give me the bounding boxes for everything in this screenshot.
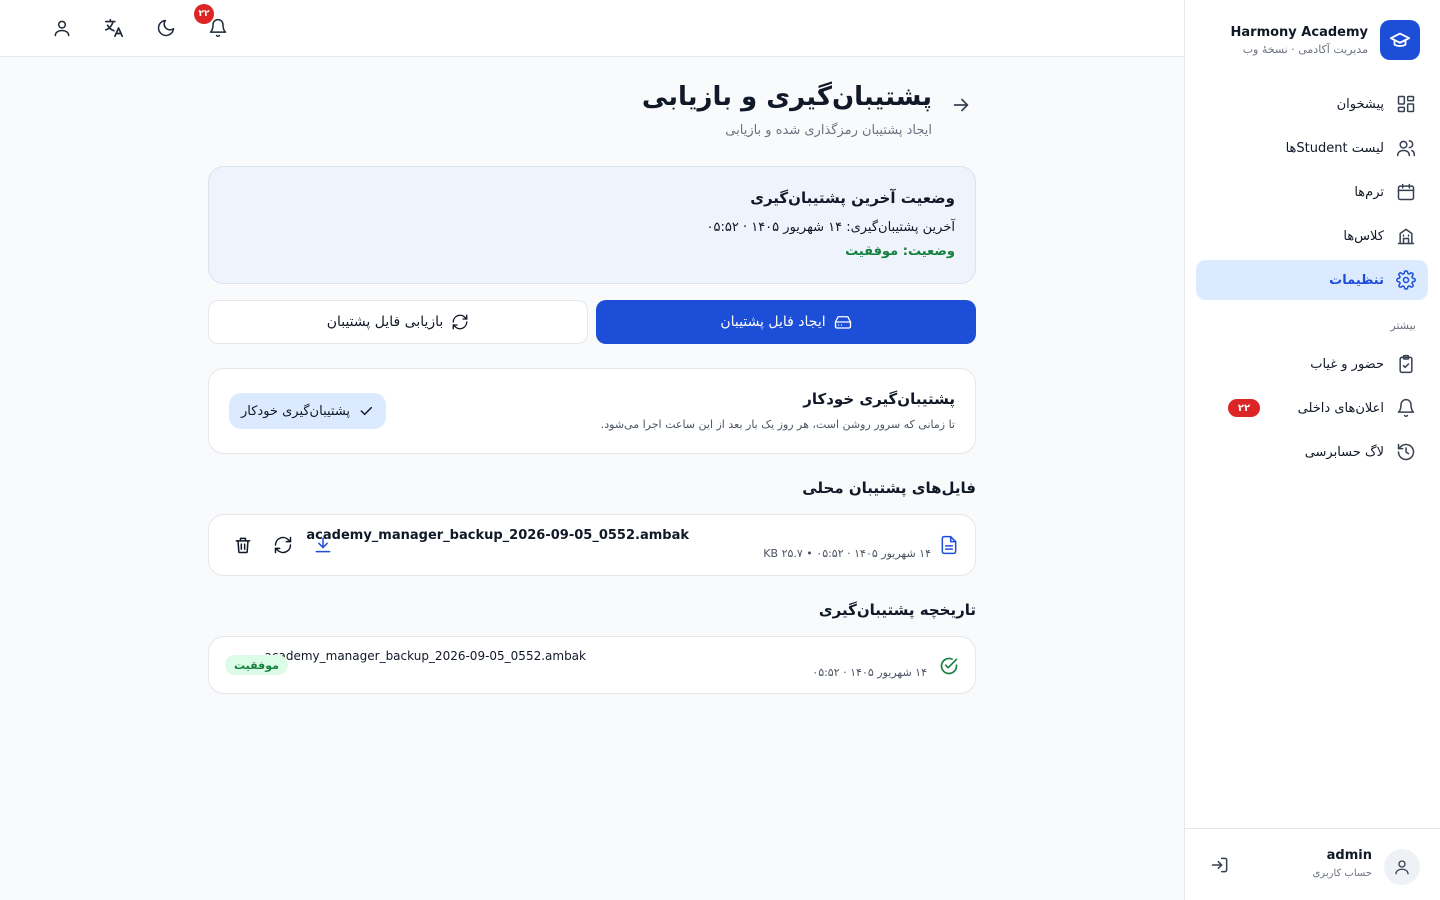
sidebar-item-students[interactable]: لیست Studentها bbox=[1196, 128, 1428, 168]
sidebar-item-label: تنظیمات bbox=[1329, 272, 1384, 288]
clipboard-icon bbox=[1396, 354, 1416, 374]
trash-icon[interactable] bbox=[233, 535, 253, 555]
user-account: admin حساب کاربری bbox=[1184, 828, 1440, 900]
top-bar: ۲۲ bbox=[0, 0, 1184, 57]
status-badge: موفقیت bbox=[225, 655, 288, 675]
page-subtitle: ایجاد پشتیبان رمزگذاری شده و بازیابی bbox=[725, 123, 932, 138]
history-title: تاریخچه پشتیبان‌گیری bbox=[818, 601, 976, 619]
sidebar-item-label: لاگ حسابرسی bbox=[1304, 444, 1384, 460]
sidebar-item-label: پیشخوان bbox=[1336, 96, 1384, 112]
sidebar-item-attendance[interactable]: حضور و غیاب bbox=[1196, 344, 1428, 384]
create-backup-button[interactable]: ایجاد فایل پشتیبان bbox=[596, 300, 976, 344]
sidebar-item-label: کلاس‌ها bbox=[1343, 228, 1384, 244]
auto-backup-title: پشتیبان‌گیری خودکار bbox=[803, 390, 955, 408]
check-icon bbox=[358, 403, 374, 419]
app-subtitle: مدیریت آکادمی · نسخهٔ وب bbox=[1242, 42, 1368, 56]
check-circle-icon bbox=[939, 656, 959, 676]
sidebar: Harmony Academy مدیریت آکادمی · نسخهٔ وب… bbox=[1184, 0, 1440, 900]
sidebar-item-label: ترم‌ها bbox=[1354, 184, 1384, 200]
file-name: academy_manager_backup_2026-09-05_0552.a… bbox=[306, 528, 689, 543]
user-role: حساب کاربری bbox=[1312, 868, 1372, 879]
brand: Harmony Academy مدیریت آکادمی · نسخهٔ وب bbox=[1200, 20, 1420, 60]
gear-icon bbox=[1396, 270, 1416, 290]
history-icon bbox=[1396, 442, 1416, 462]
file-meta: ۱۴ شهریور ۱۴۰۵ · ۰۵:۵۲ • ۲۵.۷ KB bbox=[763, 547, 931, 560]
list-item: academy_manager_backup_2026-09-05_0552.a… bbox=[208, 514, 976, 576]
app-title: Harmony Academy bbox=[1230, 24, 1368, 40]
file-icon bbox=[939, 535, 959, 555]
status-title: وضعیت آخرین پشتیبان‌گیری bbox=[750, 189, 955, 207]
bell-icon bbox=[1396, 398, 1416, 418]
history-date: ۱۴ شهریور ۱۴۰۵ · ۰۵:۵۲ bbox=[812, 666, 927, 679]
sidebar-item-dashboard[interactable]: پیشخوان bbox=[1196, 84, 1428, 124]
notification-count-badge: ۲۲ bbox=[194, 4, 214, 24]
download-icon[interactable] bbox=[313, 535, 333, 555]
back-arrow-icon[interactable] bbox=[950, 94, 972, 116]
user-icon[interactable] bbox=[50, 16, 74, 40]
sidebar-section-more: بیشتر bbox=[1390, 319, 1416, 332]
sidebar-item-settings[interactable]: تنظیمات bbox=[1196, 260, 1428, 300]
user-name: admin bbox=[1326, 848, 1372, 863]
logout-icon[interactable] bbox=[1210, 855, 1230, 875]
create-backup-label: ایجاد فایل پشتیبان bbox=[720, 314, 826, 330]
auto-backup-toggle-label: پشتیبان‌گیری خودکار bbox=[241, 403, 351, 419]
sidebar-item-terms[interactable]: ترم‌ها bbox=[1196, 172, 1428, 212]
table-row: academy_manager_backup_2026-09-05_0552.a… bbox=[208, 636, 976, 694]
status-badge: وضعیت: موفقیت bbox=[845, 244, 955, 259]
hard-drive-icon bbox=[834, 313, 852, 331]
page-title: پشتیبان‌گیری و بازیابی bbox=[641, 82, 932, 112]
moon-icon[interactable] bbox=[154, 16, 178, 40]
auto-backup-toggle[interactable]: پشتیبان‌گیری خودکار bbox=[229, 393, 387, 429]
avatar[interactable] bbox=[1384, 849, 1420, 885]
sidebar-item-label: اعلان‌های داخلی bbox=[1297, 400, 1384, 416]
sidebar-item-label: لیست Studentها bbox=[1285, 140, 1384, 156]
sidebar-item-audit-log[interactable]: لاگ حسابرسی bbox=[1196, 432, 1428, 472]
restore-icon[interactable] bbox=[273, 535, 293, 555]
users-icon bbox=[1396, 138, 1416, 158]
sidebar-item-label: حضور و غیاب bbox=[1310, 356, 1384, 372]
graduation-cap-icon bbox=[1380, 20, 1420, 60]
restore-backup-button[interactable]: بازیابی فایل پشتیبان bbox=[208, 300, 588, 344]
sidebar-item-classes[interactable]: کلاس‌ها bbox=[1196, 216, 1428, 256]
auto-backup-card: پشتیبان‌گیری خودکار تا زمانی که سرور روش… bbox=[208, 368, 976, 454]
last-backup-time: آخرین پشتیبان‌گیری: ۱۴ شهریور ۱۴۰۵ · ۰۵:… bbox=[706, 220, 956, 235]
auto-backup-description: تا زمانی که سرور روشن است، هر روز یک بار… bbox=[600, 418, 955, 431]
sidebar-item-notifications[interactable]: اعلان‌های داخلی ۲۲ bbox=[1196, 388, 1428, 428]
calendar-icon bbox=[1396, 182, 1416, 202]
building-icon bbox=[1396, 226, 1416, 246]
dashboard-icon bbox=[1396, 94, 1416, 114]
refresh-icon bbox=[451, 313, 469, 331]
notification-badge: ۲۲ bbox=[1228, 399, 1260, 417]
backup-status-card: وضعیت آخرین پشتیبان‌گیری آخرین پشتیبان‌گ… bbox=[208, 166, 976, 284]
history-file-name: academy_manager_backup_2026-09-05_0552.a… bbox=[264, 649, 586, 663]
local-files-title: فایل‌های پشتیبان محلی bbox=[802, 479, 976, 497]
translate-icon[interactable] bbox=[102, 16, 126, 40]
restore-backup-label: بازیابی فایل پشتیبان bbox=[326, 314, 444, 330]
